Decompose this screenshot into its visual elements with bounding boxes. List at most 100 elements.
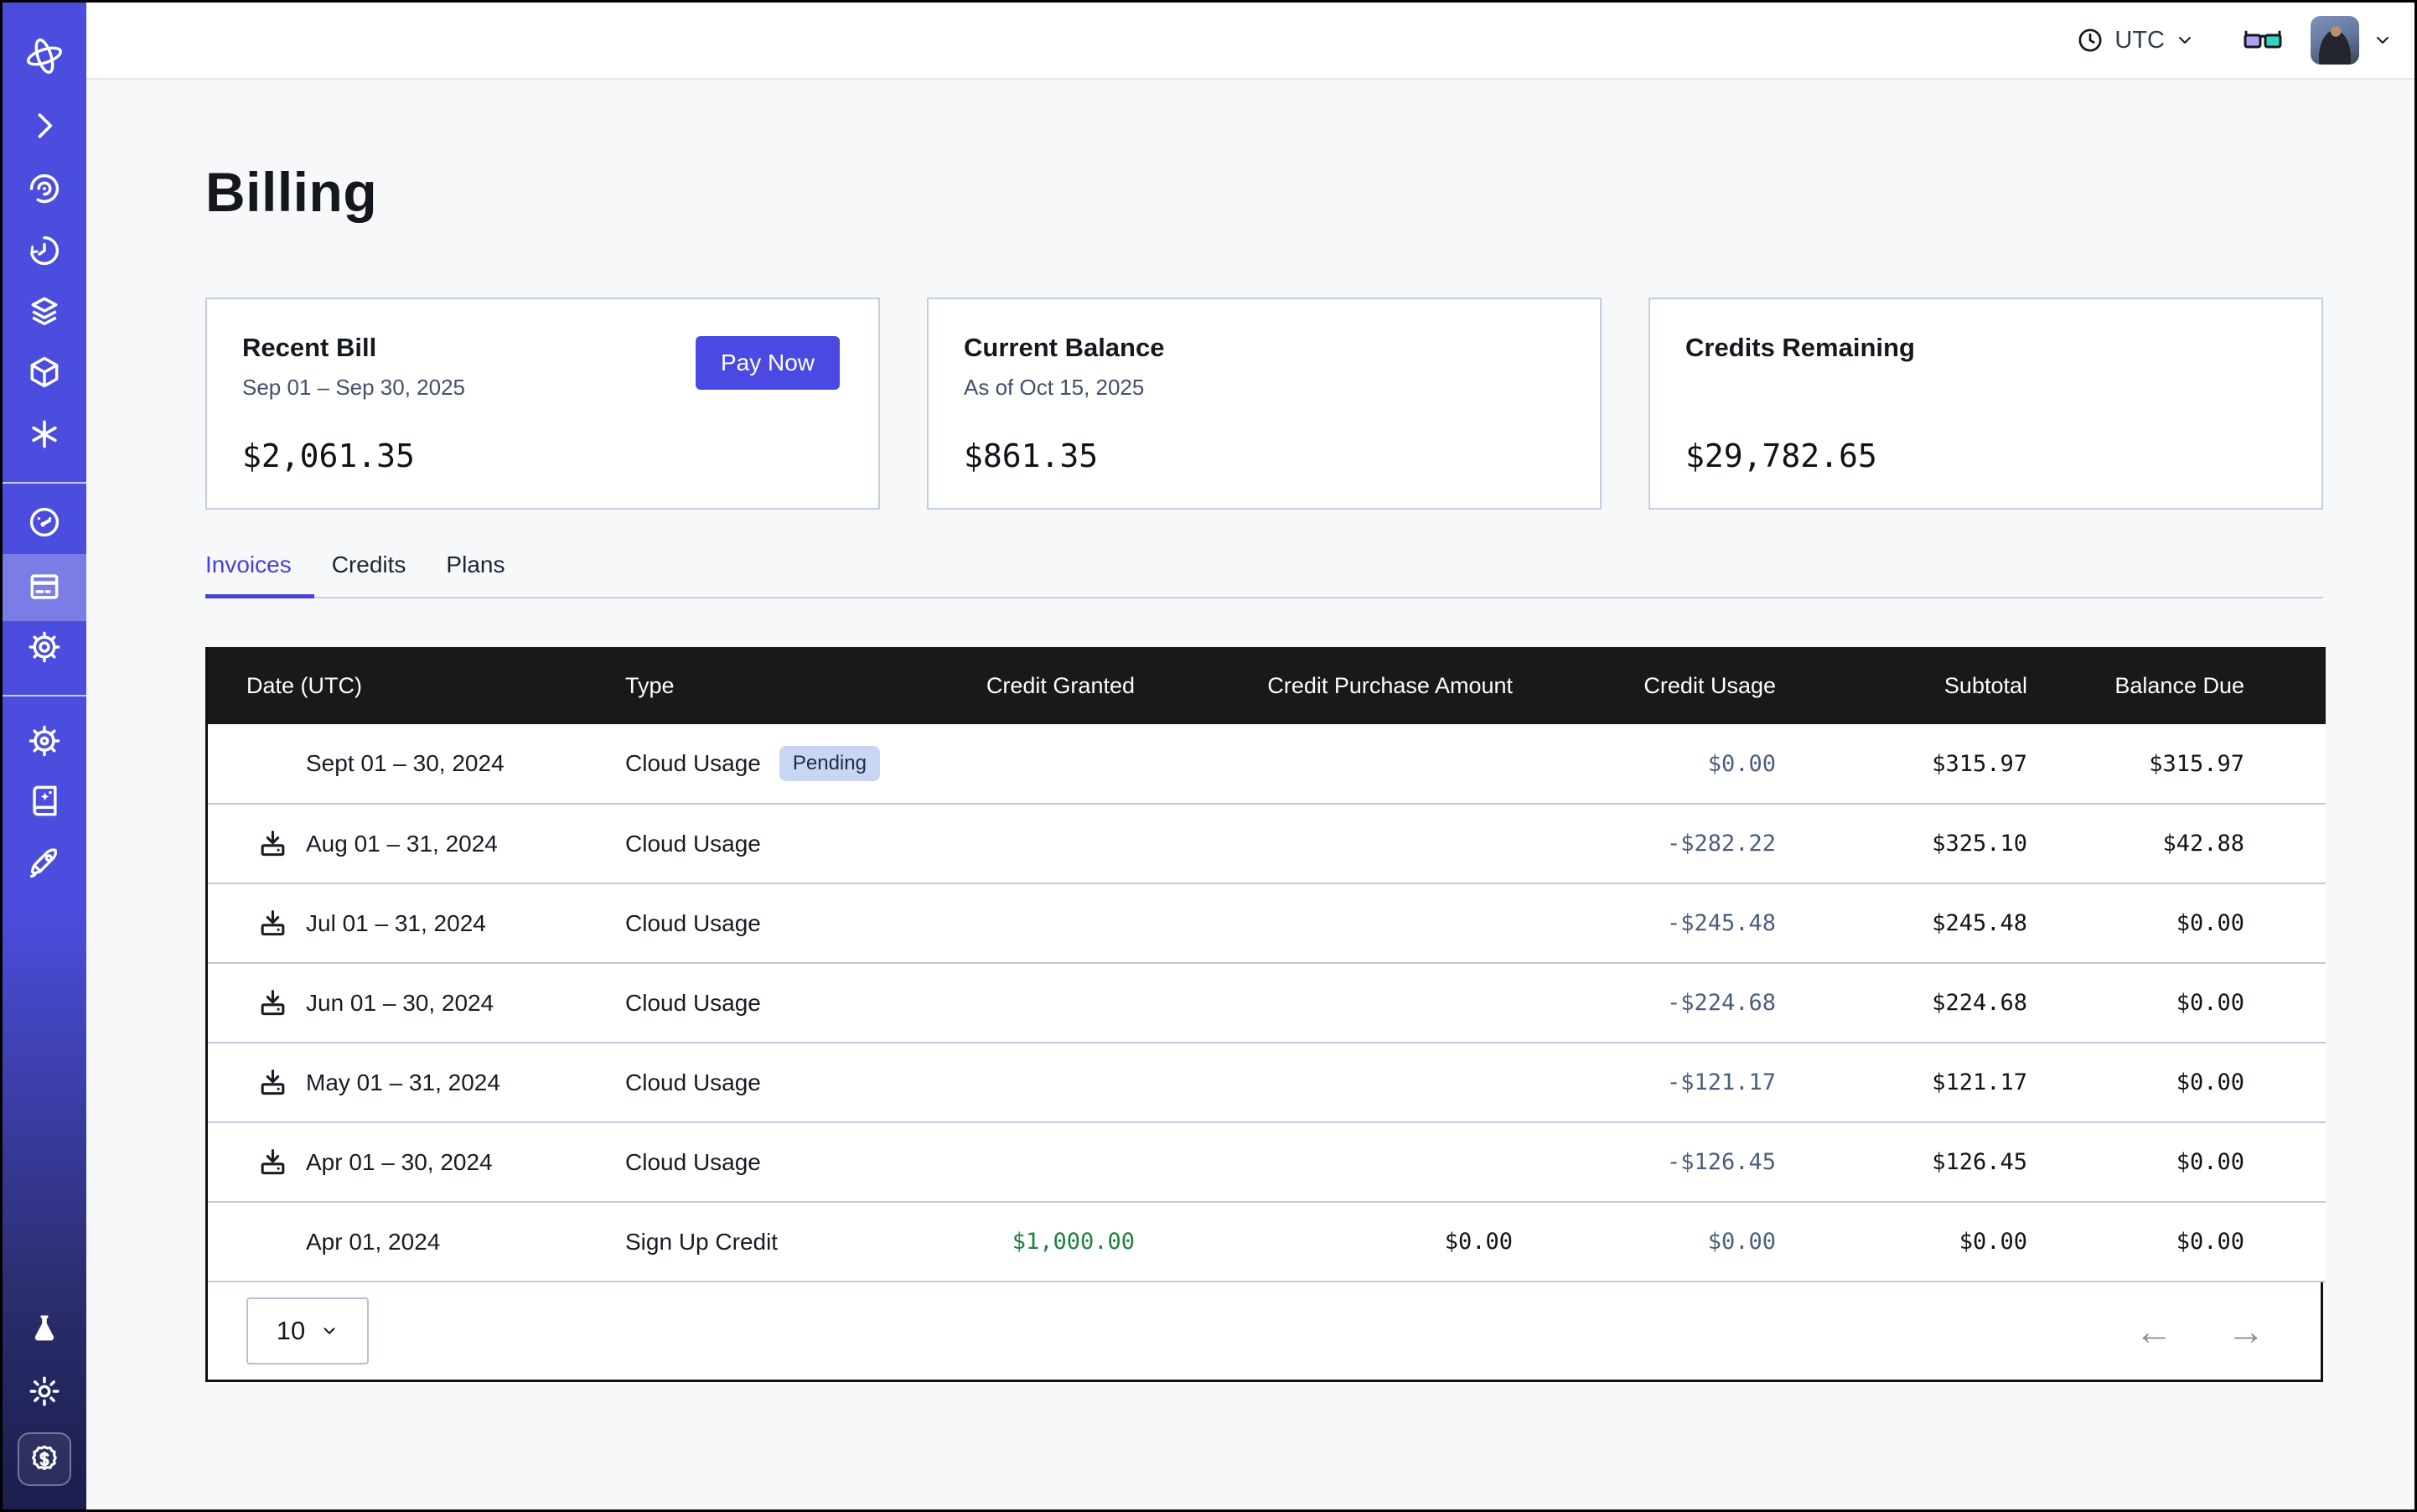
balance-due-cell: $0.00: [2111, 1122, 2326, 1202]
credit-usage-cell: $0.00: [1597, 1202, 1860, 1282]
invoice-type: Cloud Usage: [625, 1069, 761, 1096]
asterisk-icon[interactable]: [26, 416, 63, 453]
page-size-value: 10: [277, 1316, 305, 1346]
card-subtitle: [1685, 375, 2286, 400]
download-invoice-button[interactable]: [257, 828, 306, 859]
summary-cards: Recent Bill Sep 01 – Sep 30, 2025 $2,061…: [205, 298, 2323, 510]
app-window: UTC Billing Recent Bill Sep 01 – Sep 30,…: [0, 0, 2417, 1512]
billing-tabs: Invoices Credits Plans: [205, 551, 2323, 598]
credit-usage-cell: $0.00: [1597, 724, 1860, 804]
download-icon: [257, 1067, 288, 1098]
table-pagination: 10 ← →: [208, 1282, 2321, 1380]
download-invoice-button[interactable]: [257, 987, 306, 1018]
sidebar: [3, 3, 86, 1509]
col-balance-due: Balance Due: [2111, 647, 2326, 724]
chevron-down-icon: [320, 1322, 339, 1340]
credit-granted-cell: [979, 963, 1219, 1043]
clock-icon: [2076, 26, 2104, 54]
subtotal-cell: $0.00: [1860, 1202, 2111, 1282]
page-size-select[interactable]: 10: [246, 1297, 369, 1364]
invoice-row[interactable]: Jun 01 – 30, 2024 Cloud Usage -$224.68 $…: [208, 963, 2326, 1043]
col-subtotal: Subtotal: [1860, 647, 2111, 724]
invoice-date: Aug 01 – 31, 2024: [306, 831, 498, 857]
invoice-row[interactable]: Jul 01 – 31, 2024 Cloud Usage -$245.48 $…: [208, 883, 2326, 963]
sidebar-divider: [3, 482, 86, 484]
live-eye-icon[interactable]: [26, 170, 63, 207]
sun-icon[interactable]: [26, 1373, 63, 1410]
tabs-underline: [205, 597, 2323, 598]
timezone-label: UTC: [2114, 27, 2165, 54]
invoice-date: Jun 01 – 30, 2024: [306, 990, 494, 1017]
credit-purchase-cell: [1219, 1122, 1597, 1202]
credit-purchase-cell: [1219, 963, 1597, 1043]
chevron-down-icon: [2373, 30, 2393, 50]
download-icon: [257, 1147, 288, 1178]
balance-due-cell: $42.88: [2111, 804, 2326, 883]
credit-purchase-cell: [1219, 724, 1597, 804]
gauge-icon[interactable]: [26, 504, 63, 541]
col-date: Date (UTC): [208, 647, 577, 724]
cube-icon[interactable]: [26, 354, 63, 391]
balance-due-cell: $0.00: [2111, 1202, 2326, 1282]
view-mode-button[interactable]: [2244, 27, 2282, 54]
credit-granted-cell: [979, 883, 1219, 963]
invoice-type: Sign Up Credit: [625, 1229, 778, 1256]
chevron-right-icon[interactable]: [26, 107, 63, 144]
credit-granted-cell: [979, 1043, 1219, 1122]
user-avatar: [2311, 16, 2359, 65]
invoice-type: Cloud Usage: [625, 990, 761, 1017]
topbar: UTC: [86, 3, 2414, 80]
invoice-row[interactable]: Apr 01, 2024 Sign Up Credit $1,000.00 $0…: [208, 1202, 2326, 1282]
credit-purchase-cell: $0.00: [1219, 1202, 1597, 1282]
prev-page-icon[interactable]: ←: [2135, 1312, 2173, 1350]
billing-icon[interactable]: [26, 568, 63, 605]
current-balance-amount: $861.35: [964, 438, 1565, 474]
col-credit-granted: Credit Granted: [979, 647, 1219, 724]
rocket-icon[interactable]: [26, 844, 63, 881]
next-page-icon[interactable]: →: [2227, 1312, 2265, 1350]
card-title: Current Balance: [964, 333, 1565, 363]
credit-usage-cell: -$224.68: [1597, 963, 1860, 1043]
invoice-type: Cloud Usage: [625, 910, 761, 937]
layers-icon[interactable]: [26, 293, 63, 329]
invoice-type: Cloud Usage: [625, 750, 761, 777]
invoice-date: May 01 – 31, 2024: [306, 1069, 500, 1096]
invoice-row[interactable]: Sept 01 – 30, 2024 Cloud Usage Pending $…: [208, 724, 2326, 804]
credits-referral-button[interactable]: [18, 1432, 71, 1486]
invoice-row[interactable]: Apr 01 – 30, 2024 Cloud Usage -$126.45 $…: [208, 1122, 2326, 1202]
invoice-date: Apr 01 – 30, 2024: [306, 1149, 493, 1176]
credit-purchase-cell: [1219, 804, 1597, 883]
download-invoice-button[interactable]: [257, 908, 306, 939]
credits-remaining-card: Credits Remaining $29,782.65: [1648, 298, 2323, 510]
helm-icon[interactable]: [26, 722, 63, 759]
subtotal-cell: $126.45: [1860, 1122, 2111, 1202]
timezone-selector[interactable]: UTC: [2076, 26, 2195, 54]
credit-usage-cell: -$126.45: [1597, 1122, 1860, 1202]
tab-plans[interactable]: Plans: [446, 551, 505, 598]
card-title: Credits Remaining: [1685, 333, 2286, 363]
account-menu[interactable]: [2311, 16, 2393, 65]
invoice-row[interactable]: Aug 01 – 31, 2024 Cloud Usage -$282.22 $…: [208, 804, 2326, 883]
invoice-row[interactable]: May 01 – 31, 2024 Cloud Usage -$121.17 $…: [208, 1043, 2326, 1122]
credit-granted-cell: [979, 804, 1219, 883]
download-invoice-button[interactable]: [257, 1067, 306, 1098]
subtotal-cell: $224.68: [1860, 963, 2111, 1043]
gear-icon[interactable]: [26, 629, 63, 665]
download-icon: [257, 828, 288, 859]
tab-credits[interactable]: Credits: [332, 551, 406, 598]
active-tab-indicator: [205, 594, 314, 598]
download-icon: [257, 987, 288, 1018]
book-sparkle-icon[interactable]: [26, 782, 63, 819]
main-content: Billing Recent Bill Sep 01 – Sep 30, 202…: [86, 80, 2414, 1509]
credit-usage-cell: -$245.48: [1597, 883, 1860, 963]
flask-icon[interactable]: [26, 1311, 63, 1348]
tab-invoices[interactable]: Invoices: [205, 551, 292, 598]
invoice-date: Apr 01, 2024: [306, 1229, 440, 1256]
subtotal-cell: $315.97: [1860, 724, 2111, 804]
pay-now-button[interactable]: Pay Now: [696, 336, 840, 390]
table-header-row: Date (UTC) Type Credit Granted Credit Pu…: [208, 647, 2326, 724]
download-invoice-button[interactable]: [257, 1147, 306, 1178]
modal-logo[interactable]: [23, 34, 66, 78]
card-subtitle: As of Oct 15, 2025: [964, 375, 1565, 401]
clock-history-icon[interactable]: [26, 232, 63, 269]
